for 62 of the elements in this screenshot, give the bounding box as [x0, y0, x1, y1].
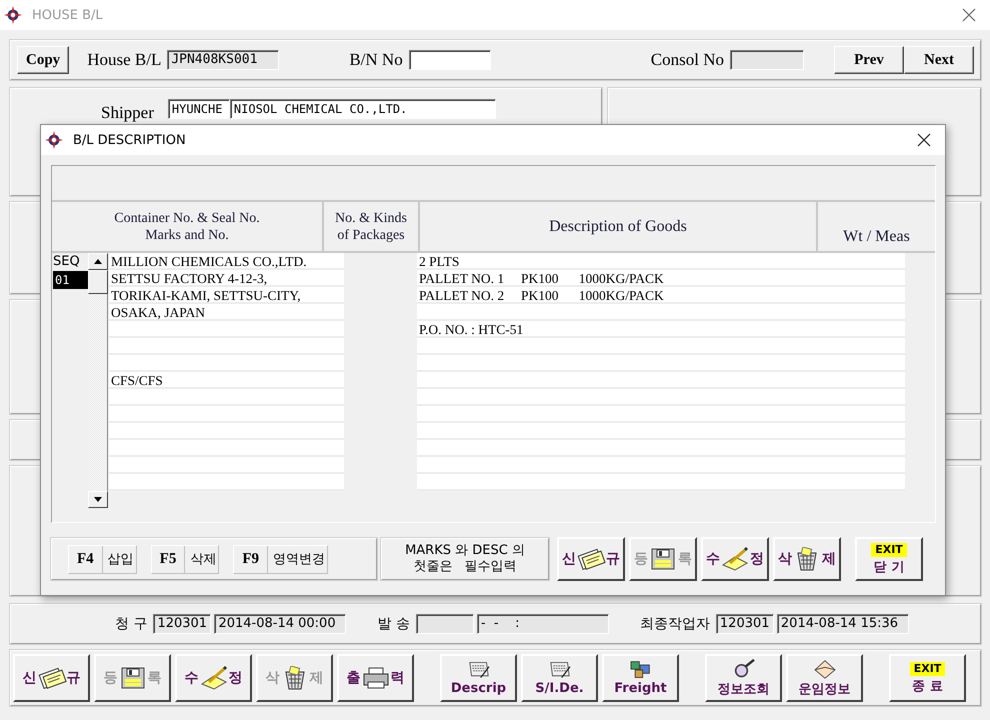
compass-logo-icon — [45, 131, 63, 149]
toolbar-button[interactable]: Freight — [602, 654, 679, 702]
pencil-icon — [198, 666, 228, 690]
shortcut-key[interactable]: F4 삽입 — [68, 544, 137, 574]
description-textarea[interactable]: 2 PLTS PALLET NO. 1 PK100 1000KG/PACK PALLET NO. 2 PK100 1000KG/PACK P.O. NO. : HTC-51 — [417, 253, 905, 491]
seq-label: SEQ — [53, 253, 81, 271]
shortcut-key[interactable]: F5 삭제 — [150, 544, 220, 574]
scrollbar[interactable] — [88, 253, 108, 508]
readonly-field — [416, 614, 474, 634]
shipper-name-field[interactable]: NIOSOL CHEMICAL CO.,LTD. — [230, 99, 496, 119]
field-label: Consol No — [650, 50, 724, 70]
column-header: No. & Kinds of Packages — [324, 202, 420, 251]
readonly-field: - - : — [476, 614, 609, 634]
field-label: 청 구 — [115, 615, 148, 633]
toolbar-button[interactable]: 삭 제 — [773, 537, 841, 581]
pencil-icon — [720, 547, 750, 571]
column-header: Wt / Meas — [842, 227, 911, 247]
exit-button[interactable]: EXIT 닫 기 — [855, 537, 923, 581]
scroll-up-icon[interactable] — [94, 259, 102, 264]
seq-item[interactable]: 01 — [53, 271, 88, 289]
toolbar-button[interactable]: 신 규 — [13, 654, 90, 702]
next-button[interactable]: Next — [904, 46, 974, 74]
toolbar-button[interactable]: 신 규 — [557, 537, 625, 581]
shortcut-key[interactable]: F9 영역변경 — [233, 544, 328, 574]
column-header: Container No. & Seal No. Marks and No. — [52, 202, 324, 251]
bn-no-field[interactable] — [408, 50, 491, 70]
toolbar-button[interactable]: 출 력 — [337, 654, 414, 702]
readonly-field: 2014-08-14 15:36 — [776, 614, 909, 634]
close-icon[interactable] — [917, 133, 931, 147]
field-label: B/N No — [349, 50, 403, 70]
compass-logo-icon — [4, 6, 22, 24]
toolbar-button[interactable]: 운임정보 — [786, 654, 863, 702]
exit-badge: EXIT — [871, 542, 907, 556]
readonly-field: 120301 — [153, 614, 212, 634]
house-bl-field[interactable]: JPN408KS001 — [167, 50, 280, 70]
dialog-title: B/L DESCRIPTION — [73, 132, 187, 148]
field-label: Shipper — [101, 103, 154, 123]
window-title: HOUSE B/L — [32, 8, 104, 22]
field-label: 발 송 — [377, 615, 410, 633]
document-icon — [36, 666, 66, 690]
column-header: Description of Goods — [420, 202, 818, 251]
toolbar-button[interactable]: 수 정 — [175, 654, 252, 702]
copy-button[interactable]: Copy — [17, 46, 70, 74]
toolbar-button[interactable]: S/I.De. — [521, 654, 598, 702]
prev-button[interactable]: Prev — [834, 46, 904, 74]
printer-icon — [360, 666, 390, 690]
readonly-field: 120301 — [716, 614, 774, 634]
toolbar-button[interactable]: 수 정 — [701, 537, 769, 581]
exit-button[interactable]: EXIT 종 료 — [889, 654, 966, 702]
document-icon — [576, 547, 606, 571]
toolbar-button[interactable]: 정보조회 — [705, 654, 782, 702]
field-label: House B/L — [87, 50, 162, 70]
field-label: 최종작업자 — [640, 615, 710, 633]
required-note: MARKS 와 DESC 의 첫줄은 필수입력 — [381, 538, 549, 580]
scroll-down-icon[interactable] — [94, 497, 102, 502]
toolbar-button[interactable]: Descrip — [440, 654, 517, 702]
scrollbar-thumb[interactable] — [88, 270, 108, 294]
consol-no-field[interactable] — [730, 50, 804, 70]
marks-textarea[interactable]: MILLION CHEMICALS CO.,LTD. SETTSU FACTORY 4-12-3, TORIKAI-KAMI, SETTSU-CITY, OSAKA, JAPAN CFS/CFS — [109, 253, 344, 491]
exit-badge: EXIT — [910, 662, 946, 676]
readonly-field: 2014-08-14 00:00 — [214, 614, 346, 634]
shipper-code-field[interactable]: HYUNCHE — [168, 99, 230, 119]
